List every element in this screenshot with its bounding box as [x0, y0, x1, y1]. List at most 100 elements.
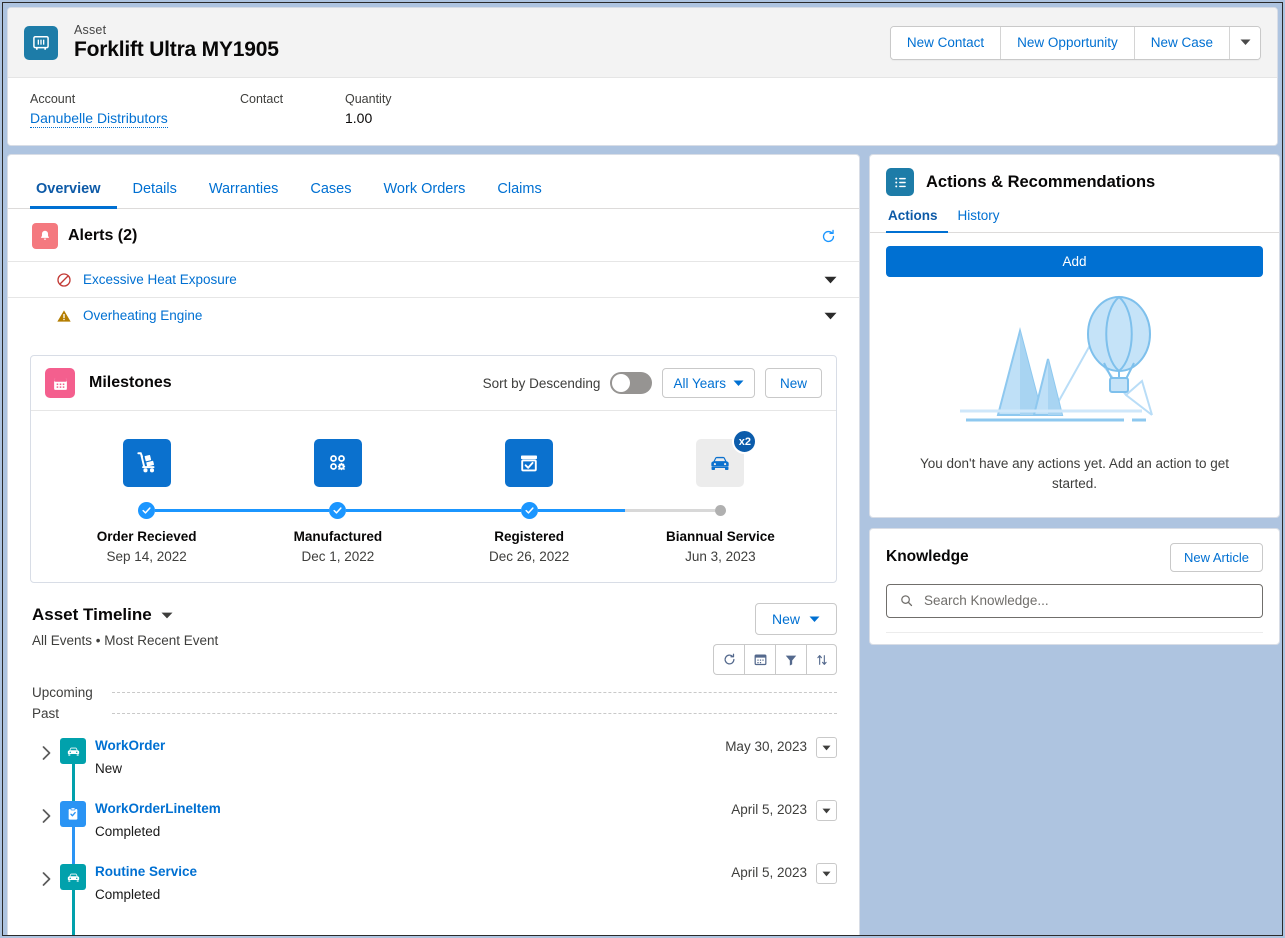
timeline-band-upcoming: Upcoming — [32, 682, 837, 703]
alerts-refresh-button[interactable] — [820, 228, 837, 245]
tab-work-orders[interactable]: Work Orders — [368, 181, 482, 208]
field-account: Account Danubelle Distributors — [30, 92, 240, 146]
tab-actions[interactable]: Actions — [886, 208, 948, 232]
new-case-button[interactable]: New Case — [1135, 27, 1230, 59]
timeline-filter-button[interactable] — [775, 644, 806, 675]
timeline-sort-button[interactable] — [806, 644, 837, 675]
year-filter-select[interactable]: All Years — [662, 368, 755, 398]
timeline-entry-menu-button[interactable] — [816, 800, 837, 821]
tab-history[interactable]: History — [948, 208, 1010, 232]
milestone-label: Manufactured — [294, 529, 383, 544]
account-link[interactable]: Danubelle Distributors — [30, 110, 168, 128]
timeline-entry-title[interactable]: WorkOrderLineItem — [95, 801, 731, 816]
sidebar-column: Actions & Recommendations Actions Histor… — [869, 154, 1280, 655]
milestones-card: Milestones Sort by Descending All Years … — [30, 355, 837, 583]
page-frame: Asset Forklift Ultra MY1905 New Contact … — [2, 2, 1283, 936]
refresh-icon — [820, 228, 837, 245]
timeline-entry-menu-button[interactable] — [816, 737, 837, 758]
calendar-icon — [45, 368, 75, 398]
new-contact-button[interactable]: New Contact — [891, 27, 1001, 59]
milestones-body: Order Recieved Sep 14, 2022 — [31, 411, 836, 582]
milestone-date: Dec 26, 2022 — [489, 549, 569, 564]
timeline-entry-status: New — [95, 761, 725, 776]
chevron-down-icon — [822, 871, 831, 877]
timeline-entry-expand-button[interactable] — [32, 864, 60, 927]
timeline-new-button[interactable]: New — [755, 603, 837, 635]
timeline-icon-toolbar — [713, 644, 837, 675]
filter-icon — [784, 653, 798, 667]
sort-descending-toggle[interactable] — [610, 372, 652, 394]
timeline-refresh-button[interactable] — [713, 644, 744, 675]
page-title: Forklift Ultra MY1905 — [74, 38, 279, 62]
tab-overview[interactable]: Overview — [30, 181, 117, 208]
chevron-down-icon — [161, 612, 173, 619]
hand-truck-icon — [123, 439, 171, 487]
tab-claims[interactable]: Claims — [481, 181, 557, 208]
timeline-entry-title[interactable]: WorkOrder — [95, 738, 725, 753]
timeline-entry-menu-button[interactable] — [816, 863, 837, 884]
record-type-label: Asset — [74, 23, 279, 37]
new-opportunity-button[interactable]: New Opportunity — [1001, 27, 1135, 59]
asset-timeline-menu-button[interactable] — [161, 612, 173, 619]
timeline-entry[interactable]: WorkOrder New May 30, 2023 — [32, 738, 837, 801]
alert-name[interactable]: Excessive Heat Exposure — [83, 272, 237, 287]
field-quantity-label: Quantity — [345, 92, 495, 106]
field-quantity-value: 1.00 — [345, 110, 495, 126]
milestone-label: Registered — [494, 529, 564, 544]
timeline-entry-title[interactable]: Routine Service — [95, 864, 731, 879]
asset-timeline: Asset Timeline All Events • Most Recent … — [8, 583, 859, 927]
milestone-pending-dot — [715, 505, 726, 516]
timeline-calendar-button[interactable] — [744, 644, 775, 675]
chevron-down-icon — [822, 808, 831, 814]
blocked-icon — [56, 272, 72, 288]
alert-row[interactable]: Overheating Engine — [8, 297, 859, 333]
tab-details[interactable]: Details — [117, 181, 193, 208]
timeline-entry[interactable]: WorkOrderLineItem Completed April 5, 202… — [32, 801, 837, 864]
header-more-actions-button[interactable] — [1230, 27, 1260, 59]
timeline-entry[interactable]: Routine Service Completed April 5, 2023 — [32, 864, 837, 927]
tab-warranties[interactable]: Warranties — [193, 181, 295, 208]
timeline-band-rule — [112, 713, 837, 714]
actions-panel-tabs: Actions History — [870, 208, 1279, 233]
milestone-item[interactable]: Manufactured Dec 1, 2022 — [242, 439, 433, 564]
milestone-item[interactable]: x2 — [625, 439, 816, 564]
milestone-label: Biannual Service — [666, 529, 775, 544]
alerts-header: Alerts (2) — [8, 209, 859, 261]
chevron-down-icon — [824, 312, 837, 320]
alert-row-menu-button[interactable] — [824, 271, 837, 289]
search-knowledge-input[interactable] — [924, 593, 1250, 608]
milestone-item[interactable]: Registered Dec 26, 2022 — [434, 439, 625, 564]
milestone-item[interactable]: Order Recieved Sep 14, 2022 — [51, 439, 242, 564]
milestone-connector — [51, 499, 242, 521]
field-contact: Contact — [240, 92, 345, 146]
parts-gear-icon — [314, 439, 362, 487]
milestone-new-button[interactable]: New — [765, 368, 822, 398]
knowledge-search-box[interactable] — [886, 584, 1263, 618]
chevron-down-icon — [1240, 39, 1251, 46]
timeline-entry-expand-button[interactable] — [32, 738, 60, 801]
record-header: Asset Forklift Ultra MY1905 New Contact … — [7, 7, 1278, 146]
alert-row[interactable]: Excessive Heat Exposure — [8, 261, 859, 297]
alerts-title: Alerts (2) — [68, 227, 137, 245]
new-article-button[interactable]: New Article — [1170, 543, 1263, 572]
alert-row-menu-button[interactable] — [824, 307, 837, 325]
alert-name[interactable]: Overheating Engine — [83, 308, 202, 323]
timeline-entry-expand-button[interactable] — [32, 801, 60, 864]
bell-icon — [32, 223, 58, 249]
calendar-icon — [753, 652, 768, 667]
milestone-date: Dec 1, 2022 — [301, 549, 374, 564]
asset-timeline-tools: New — [713, 603, 837, 675]
timeline-entry-content: Routine Service Completed — [92, 864, 731, 927]
milestone-count-badge: x2 — [732, 429, 757, 454]
add-action-button[interactable]: Add — [886, 246, 1263, 277]
timeline-entry-date: April 5, 2023 — [731, 802, 807, 817]
record-header-top: Asset Forklift Ultra MY1905 New Contact … — [8, 8, 1277, 78]
clipboard-check-icon — [60, 801, 86, 827]
milestone-connector — [434, 499, 625, 521]
timeline-new-label: New — [772, 611, 800, 627]
year-filter-value: All Years — [673, 376, 726, 391]
actions-recommendations-panel: Actions & Recommendations Actions Histor… — [869, 154, 1280, 518]
tab-cases[interactable]: Cases — [294, 181, 367, 208]
field-account-label: Account — [30, 92, 240, 106]
chevron-right-icon — [42, 809, 51, 823]
